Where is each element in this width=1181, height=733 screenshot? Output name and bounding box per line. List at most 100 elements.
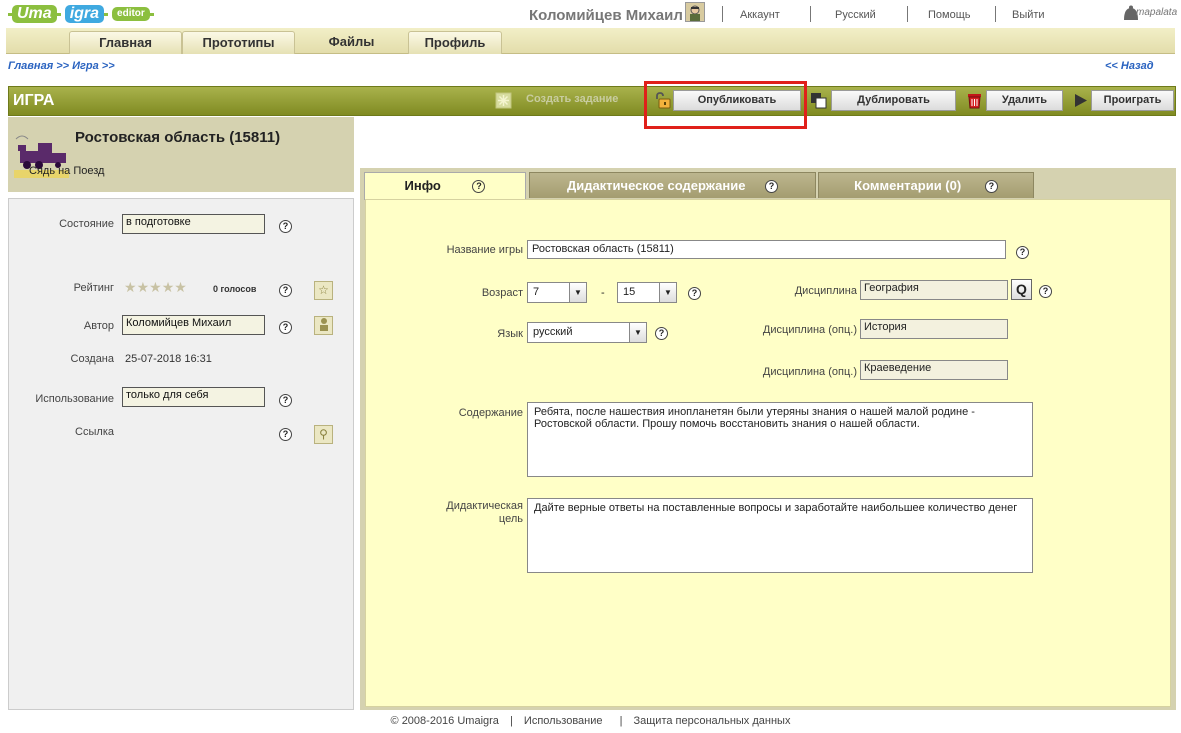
discipline-label: Дисциплина: [794, 285, 857, 297]
magnifier-icon: ⚲: [319, 427, 328, 441]
game-name-help-icon[interactable]: ?: [1016, 246, 1029, 259]
content-label: Содержание: [458, 407, 523, 419]
star-icon: ★: [124, 279, 137, 295]
star-outline-icon: ☆: [318, 283, 329, 297]
mapalata-logo[interactable]: mapalata: [1122, 5, 1177, 21]
link-label: Ссылка: [75, 426, 114, 438]
logout-link[interactable]: Выйти: [1012, 9, 1045, 21]
content-textarea[interactable]: Ребята, после нашествия инопланетян были…: [527, 402, 1033, 477]
game-name: Ростовская область (15811): [75, 129, 281, 146]
goal-label: Дидактическая цель: [446, 500, 523, 525]
tab-info[interactable]: Инфо ?: [364, 172, 526, 200]
created-label: Создана: [70, 353, 114, 365]
star-icon: ★: [136, 279, 150, 295]
chevron-down-icon: ▼: [569, 283, 586, 302]
rate-star-button[interactable]: ☆: [314, 281, 333, 300]
play-button[interactable]: Проиграть: [1091, 90, 1174, 111]
magnifier-icon: Q: [1016, 281, 1027, 297]
account-link[interactable]: Аккаунт: [740, 9, 780, 21]
language-select[interactable]: русский ▼: [527, 322, 647, 343]
person-icon: [319, 318, 328, 331]
logo-uma: Uma: [12, 5, 57, 23]
page-title: ИГРА: [13, 92, 55, 109]
age-help-icon[interactable]: ?: [688, 287, 701, 300]
tab-didactic-help-icon[interactable]: ?: [765, 180, 779, 194]
author-help-icon[interactable]: ?: [279, 321, 292, 334]
discipline-search-button[interactable]: Q: [1011, 279, 1032, 300]
umaigra-logo[interactable]: Uma igra editor: [8, 4, 154, 24]
back-link[interactable]: << Назад: [1105, 60, 1154, 72]
status-help-icon[interactable]: ?: [279, 220, 292, 233]
age-to-select[interactable]: 15 ▼: [617, 282, 677, 303]
star-icon: ★: [149, 279, 162, 295]
rating-label: Рейтинг: [73, 282, 114, 294]
breadcrumb[interactable]: Главная >> Игра >>: [8, 60, 115, 72]
language-link[interactable]: Русский: [835, 9, 876, 21]
discipline-help-icon[interactable]: ?: [1039, 285, 1052, 298]
status-field: в подготовке: [122, 214, 265, 234]
user-avatar[interactable]: [685, 2, 705, 22]
rating-help-icon[interactable]: ?: [279, 284, 292, 297]
delete-button[interactable]: Удалить: [986, 90, 1063, 111]
age-to-value: 15: [623, 286, 636, 298]
create-task-button[interactable]: Создать задание: [516, 90, 632, 111]
menu-profile[interactable]: Профиль: [408, 31, 502, 54]
footer-privacy-link[interactable]: Защита персональных данных: [634, 715, 791, 727]
author-profile-button[interactable]: [314, 316, 333, 335]
status-label: Состояние: [59, 218, 114, 230]
star-icon: ★: [174, 279, 187, 295]
author-field: Коломийцев Михаил: [122, 315, 265, 335]
game-properties-panel: [8, 198, 354, 710]
rating-votes: 0 голосов: [213, 284, 257, 294]
game-name-input[interactable]: Ростовская область (15811): [527, 240, 1006, 259]
age-dash: -: [601, 287, 605, 299]
discipline-opt-label-1: Дисциплина (опц.): [762, 324, 857, 336]
link-search-button[interactable]: ⚲: [314, 425, 333, 444]
age-from-select[interactable]: 7 ▼: [527, 282, 587, 303]
play-icon: [1072, 92, 1089, 109]
tab-info-label: Инфо: [404, 178, 441, 193]
language-label: Язык: [497, 328, 523, 340]
highlight-box: [644, 81, 807, 129]
usage-field: только для себя: [122, 387, 265, 407]
tab-didactic-content[interactable]: Дидактическое содержание ?: [529, 172, 816, 198]
logo-igra: igra: [64, 5, 105, 23]
footer-usage-link[interactable]: Использование: [524, 715, 603, 727]
discipline-opt-field-2[interactable]: Краеведение: [860, 360, 1008, 380]
discipline-field[interactable]: География: [860, 280, 1008, 300]
discipline-opt-field-1[interactable]: История: [860, 319, 1008, 339]
created-value: 25-07-2018 16:31: [125, 353, 212, 365]
age-label: Возраст: [481, 287, 523, 299]
language-value: русский: [533, 326, 573, 338]
tab-didactic-label: Дидактическое содержание: [566, 178, 746, 193]
menu-files[interactable]: Файлы: [295, 31, 408, 54]
menu-home[interactable]: Главная: [69, 31, 182, 54]
tab-info-help-icon[interactable]: ?: [472, 180, 486, 194]
user-name: Коломийцев Михаил: [529, 7, 683, 24]
menu-prototypes[interactable]: Прототипы: [182, 31, 295, 54]
game-name-label: Название игры: [446, 244, 523, 256]
language-help-icon[interactable]: ?: [655, 327, 668, 340]
usage-help-icon[interactable]: ?: [279, 394, 292, 407]
goal-textarea[interactable]: Дайте верные ответы на поставленные вопр…: [527, 498, 1033, 573]
create-task-icon: [495, 92, 512, 109]
game-subtitle: Сядь на Поезд: [29, 165, 105, 177]
chevron-down-icon: ▼: [629, 323, 646, 342]
copyright: © 2008-2016 Umaigra: [390, 715, 499, 727]
age-from-value: 7: [533, 286, 540, 298]
link-help-icon[interactable]: ?: [279, 428, 292, 441]
rating-stars[interactable]: ★★★★★: [124, 279, 187, 296]
tab-comments-help-icon[interactable]: ?: [984, 180, 998, 194]
tab-comments-label: Комментарии (0): [854, 178, 962, 193]
usage-label: Использование: [35, 393, 114, 405]
chevron-down-icon: ▼: [659, 283, 676, 302]
trash-icon: [966, 92, 983, 109]
footer: © 2008-2016 Umaigra | Использование | За…: [390, 715, 791, 727]
help-link[interactable]: Помощь: [928, 9, 971, 21]
duplicate-button[interactable]: Дублировать: [831, 90, 956, 111]
author-label: Автор: [83, 320, 114, 332]
tab-comments[interactable]: Комментарии (0) ?: [818, 172, 1034, 198]
mapalata-text: mapalata: [1136, 7, 1178, 18]
discipline-opt-label-2: Дисциплина (опц.): [762, 366, 857, 378]
duplicate-icon: [810, 92, 827, 109]
